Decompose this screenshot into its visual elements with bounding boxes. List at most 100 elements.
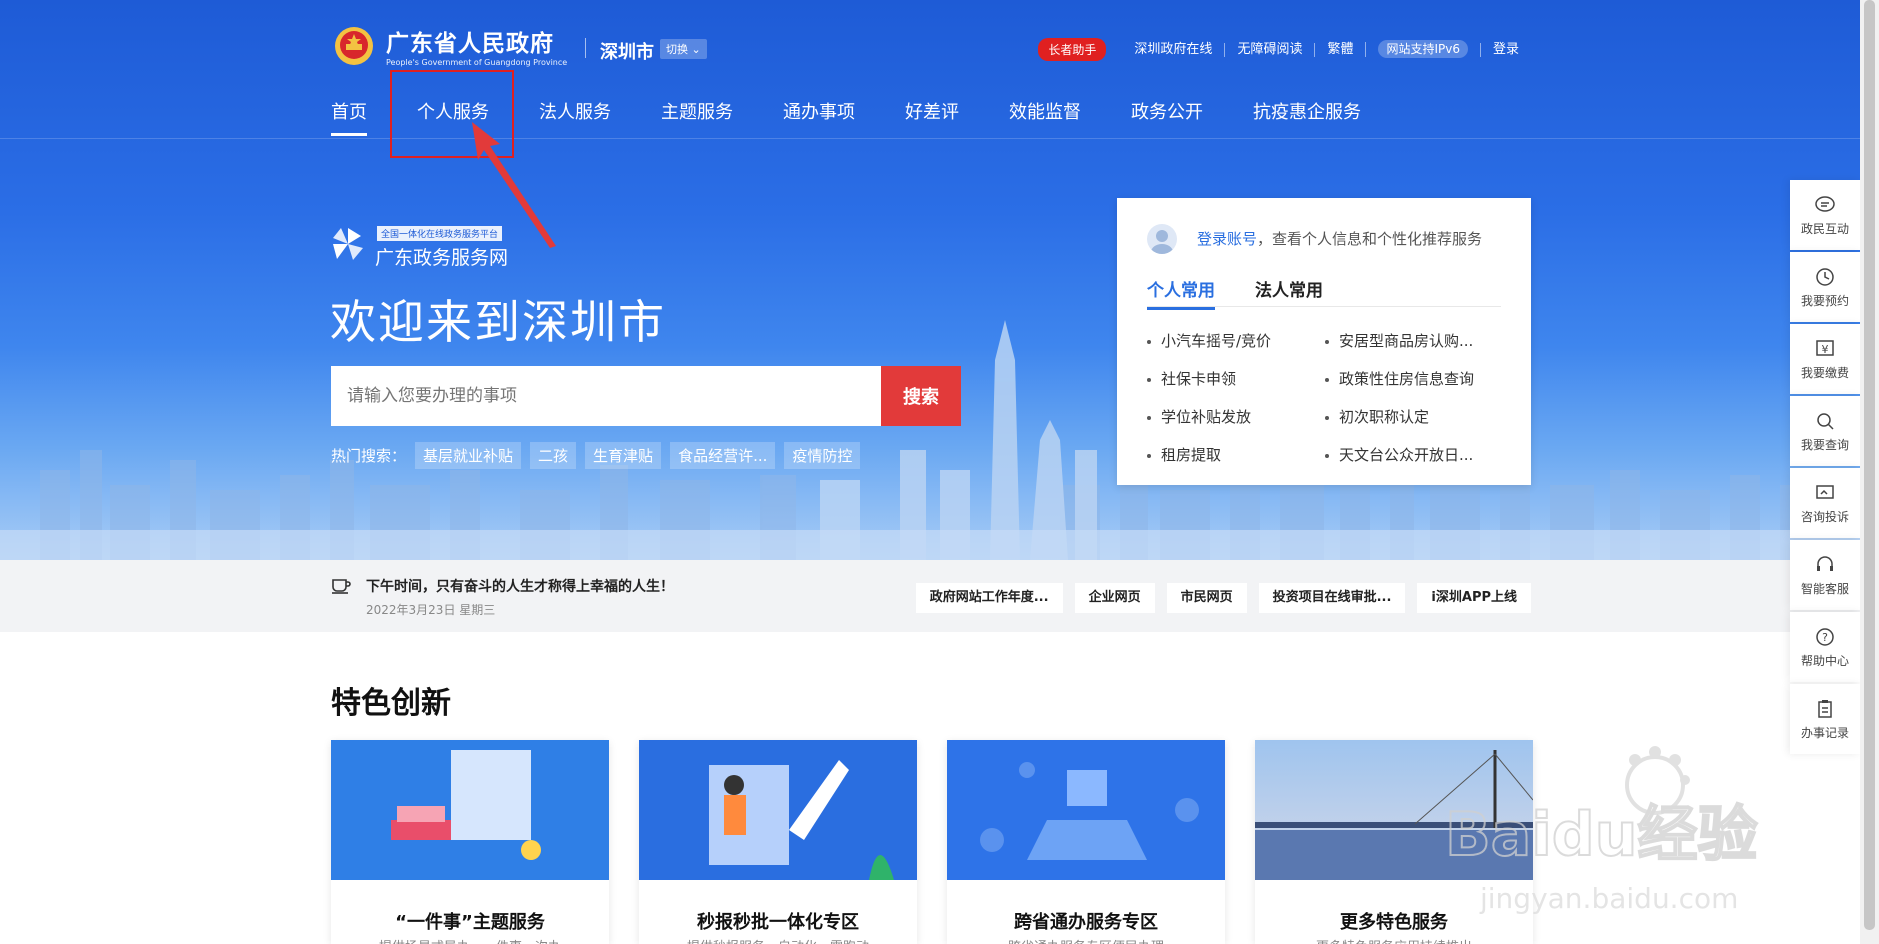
sidebar-item-label: 政民互动	[1800, 221, 1849, 236]
login-account-link[interactable]: 登录账号	[1197, 230, 1257, 248]
welcome-heading: 欢迎来到深圳市	[330, 295, 666, 349]
ipv6-badge-wrap: 网站支持IPv6	[1365, 40, 1480, 58]
watermark-text: Baidu经验	[1445, 800, 1757, 870]
sidebar-item-help[interactable]: ? 帮助中心	[1790, 612, 1860, 682]
svg-text:¥: ¥	[1822, 343, 1829, 356]
sidebar-item-customer-service[interactable]: 智能客服	[1790, 540, 1860, 610]
nav-home[interactable]: 首页	[331, 98, 367, 136]
nav-theme-service[interactable]: 主题服务	[661, 98, 733, 124]
quick-link[interactable]: 市民网页	[1166, 583, 1247, 613]
service-item[interactable]: 学位补贴发放	[1147, 406, 1251, 427]
quick-link[interactable]: 投资项目在线审批...	[1258, 583, 1406, 613]
quick-link[interactable]: i深圳APP上线	[1417, 583, 1531, 613]
question-icon: ?	[1816, 627, 1834, 646]
quick-link[interactable]: 政府网站工作年度...	[915, 583, 1063, 613]
sidebar-item-label: 我要缴费	[1800, 365, 1849, 380]
city-skyline-image	[0, 320, 1860, 560]
search-button[interactable]: 搜索	[881, 366, 961, 426]
tab-divider	[1147, 306, 1501, 307]
feature-illustration-image	[331, 740, 609, 880]
sidebar-item-payment[interactable]: ¥ 我要缴费	[1790, 324, 1860, 394]
top-links: 长者助手 深圳政府在线 无障碍阅读 繁體 网站支持IPv6 登录	[1038, 38, 1531, 61]
sidebar-item-label: 我要查询	[1800, 437, 1849, 452]
quick-link[interactable]: 企业网页	[1074, 583, 1155, 613]
user-icon	[1151, 230, 1173, 254]
service-item[interactable]: 初次职称认定	[1325, 406, 1429, 427]
clipboard-icon	[1818, 699, 1832, 718]
chat-bubble-icon	[1815, 195, 1835, 212]
platform-name: 广东政务服务网	[375, 247, 509, 269]
shenzhen-online-link[interactable]: 深圳政府在线	[1122, 42, 1224, 57]
hot-tag[interactable]: 疫情防控	[784, 442, 861, 469]
feature-card[interactable]: 秒报秒批一体化专区 提供秒报服务，自动化、零跑动	[639, 740, 917, 944]
nav-anti-epidemic-service[interactable]: 抗疫惠企服务	[1253, 98, 1361, 124]
sidebar-item-interaction[interactable]: 政民互动	[1790, 180, 1860, 250]
feature-illustration-image	[639, 740, 917, 880]
baidu-watermark-logo: Baidu经验 jingyan.baidu.com	[1444, 746, 1758, 915]
coffee-cup-icon	[332, 579, 351, 594]
service-item[interactable]: 天文台公众开放日...	[1325, 444, 1473, 465]
feature-card[interactable]: 跨省通办服务专区 跨省通办服务专区便民办理	[947, 740, 1225, 944]
service-item[interactable]: 社保卡申领	[1147, 368, 1236, 389]
service-item[interactable]: 安居型商品房认购...	[1325, 330, 1473, 351]
feature-card-desc: 提供场景式导办，一件事一次办	[331, 936, 609, 944]
features-title: 特色创新	[331, 686, 451, 721]
vertical-scrollbar[interactable]	[1860, 0, 1879, 944]
hot-search-label: 热门搜索：	[331, 447, 407, 465]
elder-assistant-button[interactable]: 长者助手	[1038, 38, 1107, 61]
title-separator	[585, 38, 586, 58]
login-prompt-text: ，查看个人信息和个性化推荐服务	[1257, 230, 1483, 248]
hot-tag[interactable]: 生育津贴	[585, 442, 662, 469]
feature-card-desc: 提供秒报服务，自动化、零跑动	[639, 936, 917, 944]
nav-government-affairs[interactable]: 政务公开	[1131, 98, 1203, 124]
notice-strip: 下午时间，只有奋斗的人生才称得上幸福的人生！ 2022年3月23日 星期三 政府…	[0, 560, 1860, 632]
search-input[interactable]	[331, 366, 881, 426]
feature-card-title: 秒报秒批一体化专区	[697, 912, 859, 933]
service-item[interactable]: 小汽车摇号/竞价	[1147, 330, 1271, 351]
search-bar: 搜索	[331, 366, 961, 426]
hot-tag[interactable]: 基层就业补贴	[415, 442, 522, 469]
complaint-screen-icon	[1816, 484, 1834, 499]
tab-legal-common[interactable]: 法人常用	[1255, 276, 1323, 310]
gov-subtitle: People's Government of Guangdong Provinc…	[386, 58, 568, 67]
feature-card-title: 跨省通办服务专区	[1014, 912, 1158, 933]
feature-illustration-image	[947, 740, 1225, 880]
sidebar-item-label: 智能客服	[1800, 581, 1849, 596]
feature-card[interactable]: “一件事”主题服务 提供场景式导办，一件事一次办	[331, 740, 609, 944]
scrollbar-thumb[interactable]	[1864, 0, 1875, 930]
chevron-down-icon: ⌄	[688, 43, 701, 56]
sidebar-item-label: 我要预约	[1800, 293, 1849, 308]
tab-personal-common[interactable]: 个人常用	[1147, 276, 1215, 310]
sidebar-item-label: 咨询投诉	[1800, 509, 1849, 524]
hot-tag[interactable]: 二孩	[530, 442, 577, 469]
nav-rating[interactable]: 好差评	[905, 98, 959, 124]
pinwheel-logo-icon	[333, 228, 363, 260]
service-item[interactable]: 政策性住房信息查询	[1325, 368, 1474, 389]
feature-card-title: “一件事”主题服务	[395, 912, 545, 933]
nav-universal-matters[interactable]: 通办事项	[783, 98, 855, 124]
accessible-reading-link[interactable]: 无障碍阅读	[1224, 42, 1314, 57]
sidebar-item-complaint[interactable]: 咨询投诉	[1790, 468, 1860, 538]
service-item[interactable]: 租房提取	[1147, 444, 1221, 465]
clock-icon	[1816, 267, 1834, 286]
search-icon	[1817, 412, 1834, 430]
switch-label: 切换	[666, 43, 688, 56]
login-link[interactable]: 登录	[1479, 42, 1531, 57]
avatar	[1147, 224, 1177, 254]
hero-banner	[0, 0, 1860, 560]
headset-icon	[1817, 555, 1833, 571]
sidebar-item-records[interactable]: 办事记录	[1790, 684, 1860, 754]
city-switch-button[interactable]: 切换 ⌄	[660, 39, 707, 59]
traditional-chinese-link[interactable]: 繁體	[1314, 42, 1365, 57]
sidebar-item-query[interactable]: 我要查询	[1790, 396, 1860, 466]
feature-card-desc: 更多特色服务应用持续推出	[1255, 936, 1533, 944]
quick-links: 政府网站工作年度... 企业网页 市民网页 投资项目在线审批... i深圳APP…	[904, 583, 1531, 613]
yuan-icon: ¥	[1816, 339, 1834, 356]
hot-search: 热门搜索： 基层就业补贴 二孩 生育津贴 食品经营许... 疫情防控	[331, 442, 861, 469]
nav-efficiency-supervision[interactable]: 效能监督	[1009, 98, 1081, 124]
notice-date: 2022年3月23日 星期三	[366, 603, 496, 617]
sidebar-item-appointment[interactable]: 我要预约	[1790, 252, 1860, 322]
hot-tag[interactable]: 食品经营许...	[670, 442, 776, 469]
service-tabs: 个人常用 法人常用	[1147, 276, 1363, 310]
sidebar-item-label: 帮助中心	[1800, 653, 1849, 668]
